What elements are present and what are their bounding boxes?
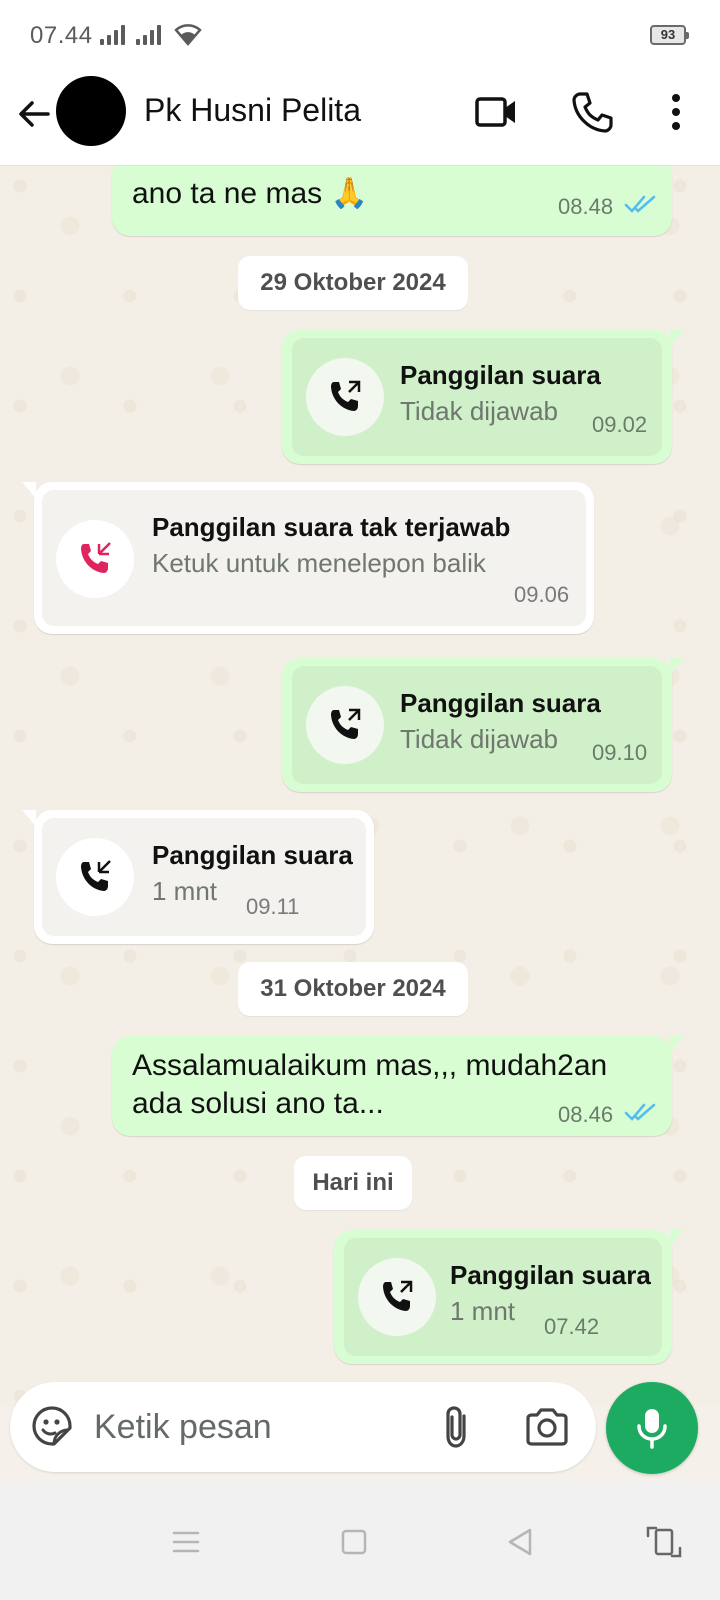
date-separator: Hari ini bbox=[294, 1156, 412, 1210]
call-bubble-outgoing[interactable]: Panggilan suara Tidak dijawab 09.10 bbox=[282, 658, 684, 792]
system-navigation-bar bbox=[0, 1482, 720, 1600]
status-time: 07.44 bbox=[30, 22, 93, 49]
call-card[interactable]: Panggilan suara 1 mnt 09.11 bbox=[42, 818, 366, 936]
call-bubble-outgoing[interactable]: Panggilan suara Tidak dijawab 09.02 bbox=[282, 330, 684, 464]
chat-header: Pk Husni Pelita bbox=[0, 72, 720, 166]
call-icon-circle bbox=[56, 838, 134, 916]
call-title: Panggilan suara bbox=[400, 688, 601, 718]
contact-name[interactable]: Pk Husni Pelita bbox=[144, 92, 361, 129]
voice-record-button[interactable] bbox=[606, 1382, 698, 1474]
rotate-screen-icon[interactable] bbox=[644, 1522, 684, 1562]
outgoing-call-icon bbox=[331, 380, 361, 411]
signal-icon-2 bbox=[136, 25, 161, 45]
date-separator: 29 Oktober 2024 bbox=[238, 256, 468, 310]
wifi-icon bbox=[174, 24, 202, 46]
call-card[interactable]: Panggilan suara 1 mnt 07.42 bbox=[344, 1238, 662, 1356]
battery-icon: 93 bbox=[650, 25, 689, 45]
call-card[interactable]: Panggilan suara tak terjawab Ketuk untuk… bbox=[42, 490, 586, 626]
message-time: 07.42 bbox=[544, 1314, 600, 1339]
avatar[interactable] bbox=[56, 76, 126, 146]
signal-icon bbox=[100, 25, 125, 45]
call-icon-circle bbox=[306, 686, 384, 764]
call-title: Panggilan suara tak terjawab bbox=[152, 512, 511, 542]
video-call-icon[interactable] bbox=[474, 90, 518, 134]
back-arrow-icon[interactable] bbox=[14, 94, 54, 134]
sticker-icon[interactable] bbox=[30, 1404, 74, 1448]
message-composer bbox=[10, 1382, 596, 1472]
message-time: 08.48 bbox=[558, 194, 614, 219]
call-status: Tidak dijawab bbox=[400, 724, 559, 754]
call-title: Panggilan suara bbox=[450, 1260, 651, 1290]
chat-area[interactable]: ano ta ne mas 🙏 08.48 29 Oktober 2024 Pa… bbox=[0, 166, 720, 1406]
call-status: Tidak dijawab bbox=[400, 396, 559, 426]
message-input[interactable] bbox=[94, 1402, 424, 1452]
voice-call-icon[interactable] bbox=[570, 90, 614, 134]
call-icon-circle bbox=[56, 520, 134, 598]
message-time: 09.06 bbox=[514, 582, 570, 607]
call-duration: 1 mnt bbox=[450, 1296, 516, 1326]
call-icon-circle bbox=[306, 358, 384, 436]
outgoing-call-icon bbox=[383, 1280, 413, 1311]
call-duration: 1 mnt bbox=[152, 876, 218, 906]
back-nav-icon[interactable] bbox=[500, 1522, 540, 1562]
more-options-icon[interactable] bbox=[656, 90, 696, 134]
message-time: 08.46 bbox=[558, 1102, 614, 1127]
read-ticks-icon bbox=[624, 1103, 656, 1121]
message-text-line: ada solusi ano ta... bbox=[132, 1087, 384, 1120]
call-title: Panggilan suara bbox=[400, 360, 601, 390]
status-bar: 07.44 93 bbox=[0, 0, 720, 72]
menu-nav-icon[interactable] bbox=[166, 1522, 206, 1562]
message-bubble-outgoing[interactable]: Assalamualaikum mas,,, mudah2an ada solu… bbox=[112, 1036, 684, 1136]
incoming-call-icon bbox=[81, 860, 111, 891]
message-bubble-outgoing[interactable]: ano ta ne mas 🙏 08.48 bbox=[112, 166, 672, 236]
message-text-line: Assalamualaikum mas,,, mudah2an bbox=[132, 1049, 608, 1082]
call-icon-circle bbox=[358, 1258, 436, 1336]
microphone-icon bbox=[637, 1409, 667, 1449]
home-nav-icon[interactable] bbox=[334, 1522, 374, 1562]
date-separator: 31 Oktober 2024 bbox=[238, 962, 468, 1016]
message-time: 09.11 bbox=[246, 894, 300, 919]
message-time: 09.10 bbox=[592, 740, 648, 765]
call-title: Panggilan suara bbox=[152, 840, 353, 870]
call-card[interactable]: Panggilan suara Tidak dijawab 09.02 bbox=[292, 338, 662, 456]
read-ticks-icon bbox=[624, 195, 656, 213]
call-card[interactable]: Panggilan suara Tidak dijawab 09.10 bbox=[292, 666, 662, 784]
call-bubble-incoming-missed[interactable]: Panggilan suara tak terjawab Ketuk untuk… bbox=[22, 482, 594, 634]
call-bubble-incoming[interactable]: Panggilan suara 1 mnt 09.11 bbox=[22, 810, 374, 944]
call-bubble-outgoing[interactable]: Panggilan suara 1 mnt 07.42 bbox=[334, 1230, 684, 1364]
message-time: 09.02 bbox=[592, 412, 648, 437]
call-status: Ketuk untuk menelepon balik bbox=[152, 548, 486, 578]
camera-icon[interactable] bbox=[524, 1406, 570, 1448]
paperclip-icon[interactable] bbox=[436, 1404, 480, 1450]
message-text: ano ta ne mas 🙏 bbox=[132, 177, 368, 210]
outgoing-call-icon bbox=[331, 708, 361, 739]
missed-call-icon bbox=[81, 542, 111, 573]
